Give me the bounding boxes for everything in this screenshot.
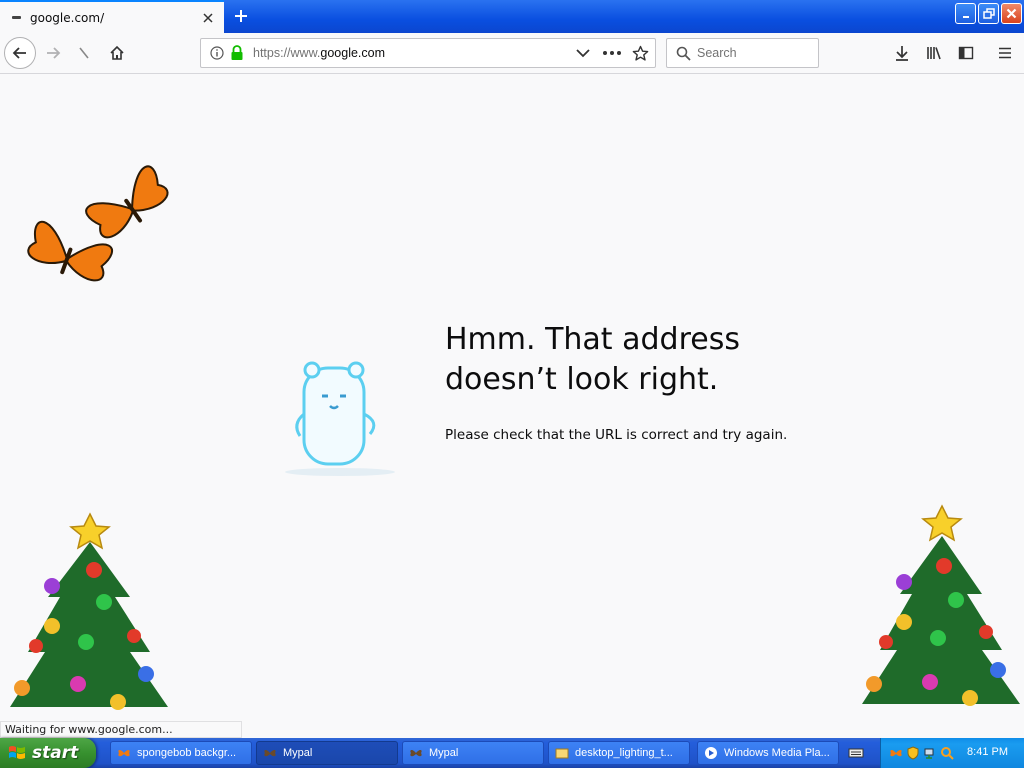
- error-illustration-icon: [285, 361, 395, 476]
- error-title: Hmm. That address doesn’t look right.: [445, 320, 825, 400]
- network-icon[interactable]: [923, 746, 937, 760]
- bookmark-star-icon[interactable]: [632, 45, 649, 62]
- home-button[interactable]: [101, 37, 133, 69]
- mypal-app-icon: [264, 749, 276, 757]
- mypal-app-icon: [410, 749, 422, 757]
- search-tray-icon[interactable]: [940, 746, 954, 760]
- lock-icon[interactable]: [230, 45, 244, 61]
- error-message: Please check that the URL is correct and…: [445, 427, 788, 443]
- url-text[interactable]: https://www.google.com: [253, 46, 385, 60]
- media-player-icon: [705, 747, 717, 759]
- restore-icon[interactable]: [978, 3, 999, 24]
- back-arrow-icon: [12, 47, 26, 59]
- error-title-line1: Hmm. That address: [445, 322, 740, 357]
- butterflies-icon: [27, 165, 169, 282]
- forward-button[interactable]: [37, 37, 69, 69]
- taskbar-item-label: Windows Media Pla...: [724, 747, 830, 759]
- security-shield-icon[interactable]: [906, 746, 920, 760]
- navigation-toolbar: https://www.google.com Search: [0, 33, 1024, 74]
- status-bar: Waiting for www.google.com...: [0, 721, 242, 738]
- taskbar-item-label: desktop_lighting_t...: [575, 747, 673, 759]
- windows-logo-icon: [9, 746, 25, 759]
- tab-title: google.com/: [30, 10, 105, 25]
- tab-favicon-icon: [12, 16, 21, 19]
- sidebar-icon: [958, 46, 974, 60]
- taskbar-item-spongebob[interactable]: spongebob backgr...: [110, 741, 252, 765]
- close-tab-icon[interactable]: [196, 6, 220, 30]
- system-tray: 8:41 PM: [880, 738, 1024, 768]
- downloads-button[interactable]: [886, 37, 918, 69]
- start-label: start: [32, 743, 79, 763]
- stop-icon: [79, 47, 89, 59]
- butterfly-app-icon: [118, 749, 130, 757]
- tab-google[interactable]: google.com/: [0, 0, 224, 33]
- stop-reload-button[interactable]: [68, 37, 100, 69]
- new-tab-icon[interactable]: [229, 4, 253, 28]
- close-window-icon[interactable]: [1001, 3, 1022, 24]
- butterfly-tray-icon[interactable]: [889, 746, 903, 760]
- taskbar-item-label: spongebob backgr...: [137, 747, 237, 759]
- minimize-icon[interactable]: [955, 3, 976, 24]
- page-content: Hmm. That address doesn’t look right. Pl…: [0, 74, 1024, 738]
- error-title-line2: doesn’t look right.: [445, 362, 719, 397]
- taskbar-item-desktop-lighting[interactable]: desktop_lighting_t...: [548, 741, 690, 765]
- forward-arrow-icon: [47, 47, 61, 59]
- library-icon: [927, 47, 941, 60]
- sidebar-button[interactable]: [950, 37, 982, 69]
- hamburger-menu-icon: [999, 47, 1011, 59]
- taskbar-item-mypal-2[interactable]: Mypal: [402, 741, 544, 765]
- taskbar-item-label: Mypal: [429, 747, 459, 759]
- search-input[interactable]: Search: [666, 38, 819, 68]
- search-icon: [676, 46, 691, 61]
- taskbar-item-mypal-1[interactable]: Mypal: [256, 741, 398, 765]
- url-bar[interactable]: https://www.google.com: [200, 38, 656, 68]
- info-icon[interactable]: [210, 46, 224, 60]
- taskbar-item-media-player[interactable]: Windows Media Pla...: [697, 741, 839, 765]
- christmas-tree-right-icon: [862, 504, 1020, 706]
- taskbar: start spongebob backgr... Mypal Mypal de…: [0, 738, 1024, 768]
- download-icon: [896, 46, 908, 61]
- clock: 8:41 PM: [967, 746, 1008, 758]
- search-placeholder: Search: [697, 46, 737, 60]
- chevron-down-icon[interactable]: [576, 48, 590, 58]
- back-button[interactable]: [4, 37, 36, 69]
- title-bar: google.com/: [0, 0, 1024, 33]
- library-button[interactable]: [918, 37, 950, 69]
- christmas-tree-left-icon: [10, 512, 168, 710]
- page-actions-icon[interactable]: [603, 51, 621, 55]
- home-icon: [110, 45, 124, 60]
- url-prefix: https://www.: [253, 46, 321, 60]
- url-domain: google.com: [320, 46, 386, 60]
- taskbar-item-label: Mypal: [283, 747, 313, 759]
- start-button[interactable]: start: [0, 738, 96, 768]
- keyboard-icon[interactable]: [846, 743, 866, 763]
- folder-icon: [555, 748, 569, 759]
- menu-button[interactable]: [989, 37, 1021, 69]
